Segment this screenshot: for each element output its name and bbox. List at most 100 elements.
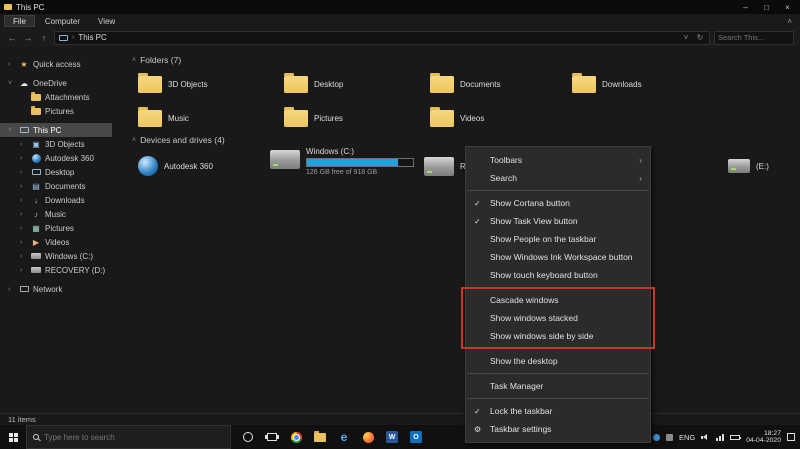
sidebar-item-this-pc[interactable]: ˅ This PC [0, 123, 112, 137]
view-menu[interactable]: View [90, 17, 123, 26]
file-menu[interactable]: File [4, 15, 35, 27]
network-icon[interactable] [716, 433, 724, 441]
chevron-icon[interactable]: › [20, 155, 27, 162]
chevron-icon[interactable]: › [20, 183, 27, 190]
volume-icon[interactable] [701, 433, 710, 441]
clock[interactable]: 18:27 04-04-2020 [746, 430, 781, 445]
chevron-icon[interactable]: › [8, 61, 15, 68]
menu-item-show-task-view-button[interactable]: ✓ Show Task View button [466, 212, 650, 230]
collapse-ribbon-icon[interactable]: ˄ [787, 17, 792, 26]
chevron-icon[interactable]: › [20, 141, 27, 148]
address-dropdown-icon[interactable]: ˅ [681, 33, 691, 42]
action-center-icon[interactable] [787, 433, 795, 441]
drive-tile-e[interactable]: (E:) [728, 151, 800, 181]
menu-item-show-the-desktop[interactable]: Show the desktop [466, 352, 650, 370]
refresh-icon[interactable]: ↻ [695, 33, 705, 42]
autodesk-360-icon [138, 156, 158, 176]
sidebar-item-autodesk-360[interactable]: › Autodesk 360 [0, 151, 112, 165]
explorer-search-input[interactable] [718, 33, 790, 42]
back-button[interactable]: ← [6, 33, 18, 43]
menu-item-show-windows-side-by-side[interactable]: Show windows side by side [466, 327, 650, 345]
search-icon [33, 434, 39, 440]
minimize-button[interactable]: – [737, 3, 754, 12]
sidebar-item-music[interactable]: › ♪ Music [0, 207, 112, 221]
menu-item-toolbars[interactable]: Toolbars › [466, 151, 650, 169]
menu-item-show-windows-stacked[interactable]: Show windows stacked [466, 309, 650, 327]
desktop-icon [30, 169, 42, 175]
drive-tile-autodesk-360[interactable]: Autodesk 360 [138, 151, 270, 181]
menu-separator [467, 373, 649, 374]
chevron-icon[interactable]: › [20, 239, 27, 246]
close-button[interactable]: × [779, 3, 796, 12]
forward-button[interactable]: → [22, 33, 34, 43]
cortana-button[interactable] [241, 430, 255, 444]
folder-tile-music[interactable]: Music [138, 103, 270, 133]
taskbar: e W O ˄ ☁ ENG 18:27 04-04-2020 [0, 425, 800, 449]
edge-button[interactable]: e [337, 430, 351, 444]
menu-item-lock-the-taskbar[interactable]: ✓ Lock the taskbar [466, 402, 650, 420]
menu-item-taskbar-settings[interactable]: ⚙ Taskbar settings [466, 420, 650, 438]
sidebar-item-downloads[interactable]: › ↓ Downloads [0, 193, 112, 207]
taskbar-search-box[interactable] [26, 425, 231, 449]
app-icon [4, 4, 12, 10]
computer-menu[interactable]: Computer [37, 17, 88, 26]
word-button[interactable]: W [385, 430, 399, 444]
folder-tile-documents[interactable]: Documents [430, 69, 562, 99]
folder-tile-3d-objects[interactable]: 3D Objects [138, 69, 270, 99]
start-button[interactable] [0, 425, 26, 449]
tray-app-icon[interactable] [653, 434, 660, 441]
chrome-button[interactable] [289, 430, 303, 444]
address-bar[interactable]: › This PC ˅ ↻ [54, 31, 710, 45]
sidebar-item-quick-access[interactable]: › ★ Quick access [0, 57, 112, 71]
sidebar-item-network[interactable]: › Network [0, 282, 112, 296]
sidebar-item-recovery-d[interactable]: › RECOVERY (D:) [0, 263, 112, 277]
chevron-icon[interactable]: › [20, 169, 27, 176]
sidebar-item-windows-c[interactable]: › Windows (C:) [0, 249, 112, 263]
menu-item-show-windows-ink-workspace-button[interactable]: Show Windows Ink Workspace button [466, 248, 650, 266]
chevron-icon[interactable]: › [20, 197, 27, 204]
sidebar-item-onedrive[interactable]: ˅ ☁ OneDrive [0, 76, 112, 90]
menu-item-show-people-on-taskbar[interactable]: Show People on the taskbar [466, 230, 650, 248]
firefox-button[interactable] [361, 430, 375, 444]
this-pc-icon [59, 35, 68, 41]
sidebar-item-onedrive-pictures[interactable]: Pictures [0, 104, 112, 118]
chevron-icon[interactable]: › [20, 211, 27, 218]
breadcrumb[interactable]: This PC [78, 33, 106, 42]
task-view-button[interactable] [265, 430, 279, 444]
chevron-icon[interactable]: › [20, 267, 27, 274]
sidebar-item-desktop[interactable]: › Desktop [0, 165, 112, 179]
folder-tile-pictures[interactable]: Pictures [284, 103, 416, 133]
folders-section-header[interactable]: ˄ Folders (7) [132, 55, 181, 65]
sidebar-item-3d-objects[interactable]: › ▣ 3D Objects [0, 137, 112, 151]
menu-item-task-manager[interactable]: Task Manager [466, 377, 650, 395]
chevron-icon[interactable]: ˅ [8, 127, 15, 134]
sidebar-item-attachments[interactable]: Attachments [0, 90, 112, 104]
explorer-search-box[interactable] [714, 31, 794, 45]
chevron-icon[interactable]: › [8, 286, 15, 293]
sidebar-item-videos[interactable]: › ▶ Videos [0, 235, 112, 249]
folder-tile-videos[interactable]: Videos [430, 103, 562, 133]
up-button[interactable]: ↑ [38, 33, 50, 43]
outlook-button[interactable]: O [409, 430, 423, 444]
sidebar-item-documents[interactable]: › ▤ Documents [0, 179, 112, 193]
taskbar-search-input[interactable] [44, 433, 224, 442]
folder-tile-desktop[interactable]: Desktop [284, 69, 416, 99]
menu-item-cascade-windows[interactable]: Cascade windows [466, 291, 650, 309]
chevron-icon[interactable]: › [20, 225, 27, 232]
folder-tile-downloads[interactable]: Downloads [572, 69, 704, 99]
drive-tile-windows-c[interactable]: Windows (C:) 126 GB free of 918 GB [270, 147, 425, 183]
collapse-chevron-icon: ˄ [132, 57, 136, 64]
chevron-icon[interactable]: ˅ [8, 80, 15, 87]
chevron-icon[interactable]: › [20, 253, 27, 260]
sidebar-item-label: 3D Objects [45, 140, 85, 149]
menu-item-show-cortana-button[interactable]: ✓ Show Cortana button [466, 194, 650, 212]
sidebar-item-pictures[interactable]: › ▦ Pictures [0, 221, 112, 235]
menu-item-show-touch-keyboard-button[interactable]: Show touch keyboard button [466, 266, 650, 284]
menu-item-search[interactable]: Search › [466, 169, 650, 187]
tray-app-icon-2[interactable] [666, 434, 673, 441]
language-indicator[interactable]: ENG [679, 433, 695, 442]
drives-section-header[interactable]: ˄ Devices and drives (4) [132, 135, 225, 145]
file-explorer-button[interactable] [313, 430, 327, 444]
battery-icon[interactable] [730, 435, 740, 440]
maximize-button[interactable]: □ [758, 3, 775, 12]
